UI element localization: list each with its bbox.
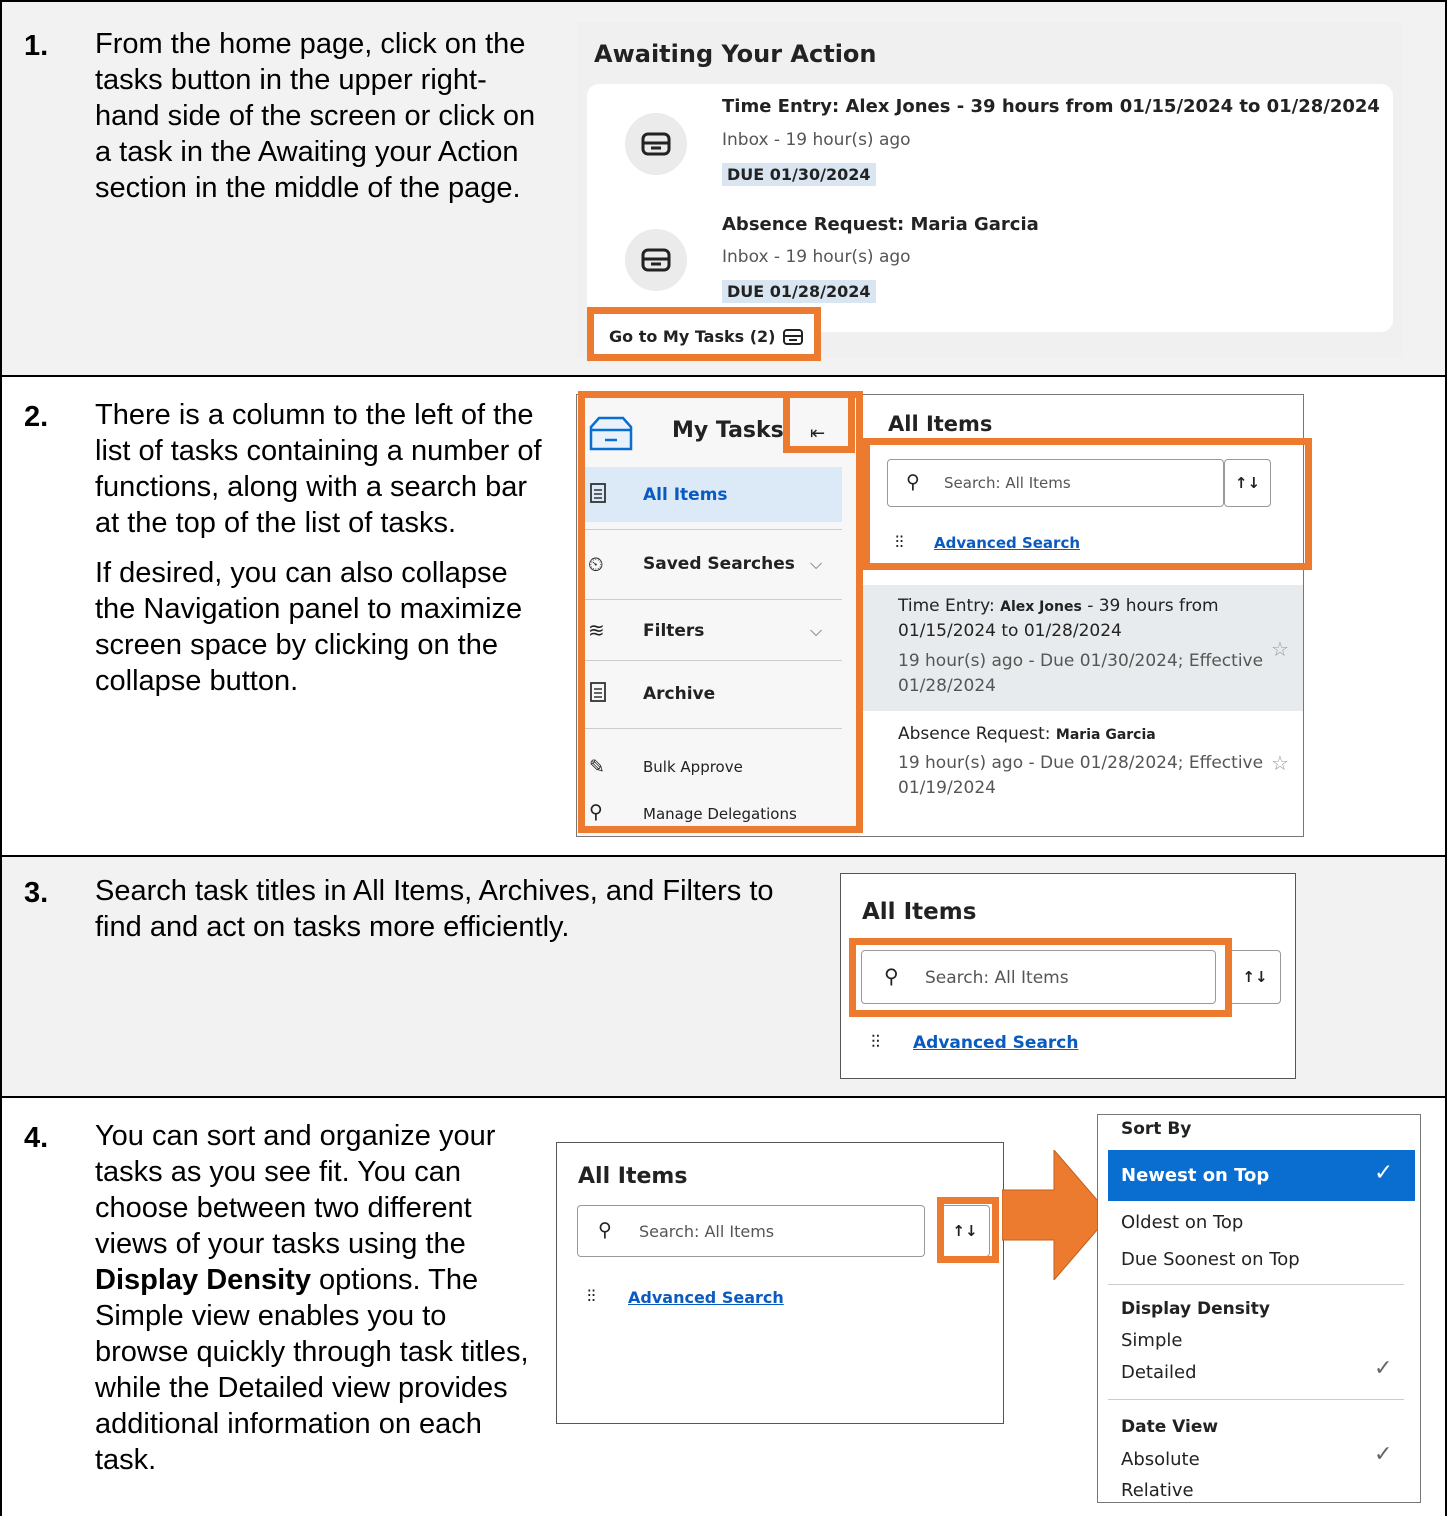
step-number: 4. [24,1122,49,1154]
step-3-row: 3. Search task titles in All Items, Arch… [0,855,1447,1096]
list-title: All Items [888,412,993,436]
date-view-header: Date View [1121,1417,1219,1437]
task-detail: - 39 hours from 01/15/2024 to 01/28/2024 [956,96,1380,117]
step-number: 1. [24,30,49,62]
step-text: You can sort and organize your tasks as … [95,1118,545,1492]
task-line: 01/28/2024 [898,676,996,696]
highlight-search [849,938,1232,1017]
arrow-right-icon [1002,1150,1111,1280]
sort-button[interactable]: ↑↓ [1229,950,1281,1004]
search-input[interactable]: ⚲ Search: All Items [577,1205,925,1257]
task-type: Time Entry: [898,596,995,616]
task-title[interactable]: Absence Request: Maria Garcia [722,214,1039,235]
menu-item-absolute[interactable]: Absolute [1121,1449,1200,1470]
check-icon: ✓ [1374,1356,1393,1381]
awaiting-action-screenshot: Awaiting Your Action Time Entry: Alex Jo… [577,22,1403,361]
step-number: 3. [24,877,49,909]
search-screenshot: All Items ⚲ Search: All Items ↑↓ ⫶⫶ Adva… [840,873,1296,1079]
task-name: Maria Garcia [1055,727,1156,743]
step-2-row: 2. There is a column to the left of the … [0,375,1447,855]
task-name: Alex Jones [845,96,951,117]
step-number: 2. [24,401,49,433]
step-text-bold: Display Density [95,1264,311,1296]
task-type: Absence Request: [898,724,1051,744]
task-line: 01/15/2024 to 01/28/2024 [898,621,1122,641]
step-4-row: 4. You can sort and organize your tasks … [0,1096,1447,1516]
menu-item-label: Newest on Top [1121,1165,1270,1186]
task-meta: Inbox - 19 hour(s) ago [722,247,911,267]
menu-item-simple[interactable]: Simple [1121,1330,1182,1351]
inbox-icon [783,329,803,345]
inbox-icon [641,248,671,272]
star-icon[interactable]: ☆ [1271,751,1289,775]
sort-by-header: Sort By [1121,1119,1192,1139]
task-name: Maria Garcia [910,214,1039,235]
task-type: Absence Request: [722,214,905,235]
task-line: Time Entry: Alex Jones - 39 hours from [898,596,1219,616]
task-line: Absence Request: Maria Garcia [898,724,1156,744]
menu-item-due-soonest[interactable]: Due Soonest on Top [1121,1249,1300,1270]
menu-item-relative[interactable]: Relative [1121,1480,1194,1501]
check-icon: ✓ [1374,1442,1393,1467]
search-icon: ⚲ [598,1219,612,1241]
my-tasks-screenshot: My Tasks ⇤ All Items ⏲ Saved Searches ⌵ … [576,391,1312,837]
list-title: All Items [578,1164,688,1189]
step-1-row: 1. From the home page, click on the task… [0,0,1447,375]
menu-item-newest-on-top[interactable]: Newest on Top ✓ [1108,1150,1415,1201]
task-title[interactable]: Time Entry: Alex Jones - 39 hours from 0… [722,96,1380,117]
task-line: 01/19/2024 [898,778,996,798]
task-line: 19 hour(s) ago - Due 01/30/2024; Effecti… [898,651,1264,671]
due-badge: DUE 01/28/2024 [722,280,876,303]
task-line: 19 hour(s) ago - Due 01/28/2024; Effecti… [898,753,1264,773]
step-text-pre: You can sort and organize your tasks as … [95,1120,496,1260]
filter-sliders-icon: ⫶⫶ [587,1287,596,1307]
highlight-nav-panel [578,391,863,833]
due-badge: DUE 01/30/2024 [722,163,876,186]
menu-item-oldest-on-top[interactable]: Oldest on Top [1121,1212,1243,1233]
display-density-header: Display Density [1121,1299,1270,1319]
go-to-tasks-button[interactable]: Go to My Tasks (2) [609,327,776,346]
highlight-sort [937,1197,999,1263]
step-text: Search task titles in All Items, Archive… [95,875,774,943]
highlight-collapse [783,391,855,453]
task-detail: - 39 hours from [1087,596,1219,616]
search-placeholder: Search: All Items [639,1222,775,1241]
task-card [587,84,1393,332]
highlight-search [863,438,1312,570]
step-text: From the home page, click on the tasks b… [95,28,536,204]
step-text: There is a column to the left of the lis… [95,399,542,697]
list-title: All Items [862,899,977,925]
advanced-search-link[interactable]: Advanced Search [628,1288,784,1307]
check-icon: ✓ [1374,1160,1394,1186]
filter-sliders-icon: ⫶⫶ [871,1032,880,1053]
advanced-search-link[interactable]: Advanced Search [913,1033,1078,1053]
sort-menu: Sort By Newest on Top ✓ Oldest on Top Du… [1097,1114,1421,1503]
menu-item-detailed[interactable]: Detailed [1121,1362,1197,1383]
star-icon[interactable]: ☆ [1271,637,1289,661]
awaiting-title: Awaiting Your Action [594,40,877,68]
inbox-icon [641,132,671,156]
task-meta: Inbox - 19 hour(s) ago [722,130,911,150]
sort-screenshot: All Items ⚲ Search: All Items ↑↓ ⫶⫶ Adva… [556,1142,1004,1424]
task-name: Alex Jones [1000,599,1082,615]
task-type: Time Entry: [722,96,840,117]
go-to-tasks-label: Go to My Tasks (2) [609,327,776,346]
